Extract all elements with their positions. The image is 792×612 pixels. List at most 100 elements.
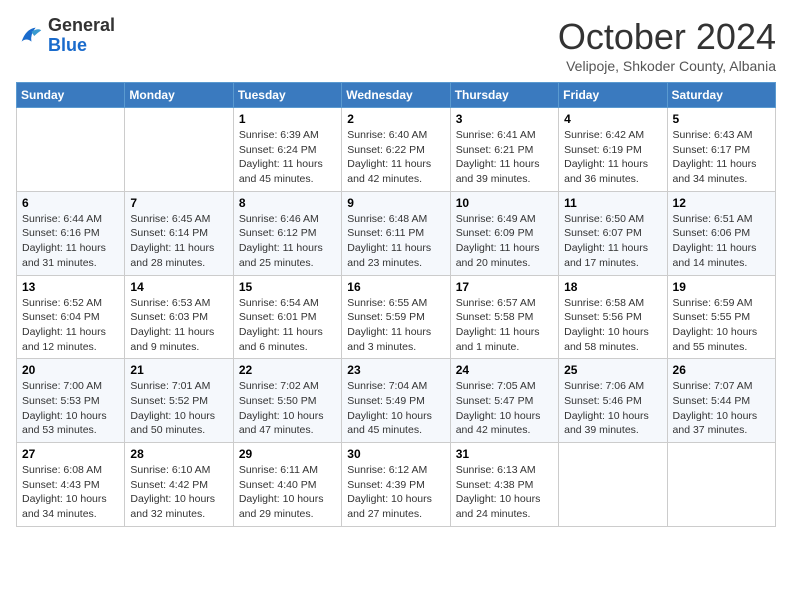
calendar-cell	[559, 443, 667, 527]
calendar-cell: 16 Sunrise: 6:55 AM Sunset: 5:59 PM Dayli…	[342, 275, 450, 359]
weekday-header-thursday: Thursday	[450, 83, 558, 108]
calendar-cell: 30 Sunrise: 6:12 AM Sunset: 4:39 PM Dayli…	[342, 443, 450, 527]
day-number: 31	[456, 447, 553, 461]
day-info: Sunrise: 6:57 AM Sunset: 5:58 PM Dayligh…	[456, 296, 553, 355]
day-info: Sunrise: 7:04 AM Sunset: 5:49 PM Dayligh…	[347, 379, 444, 438]
day-number: 12	[673, 196, 770, 210]
weekday-header-monday: Monday	[125, 83, 233, 108]
calendar-cell: 6 Sunrise: 6:44 AM Sunset: 6:16 PM Daylig…	[17, 191, 125, 275]
day-number: 17	[456, 280, 553, 294]
day-info: Sunrise: 6:45 AM Sunset: 6:14 PM Dayligh…	[130, 212, 227, 271]
day-info: Sunrise: 6:49 AM Sunset: 6:09 PM Dayligh…	[456, 212, 553, 271]
calendar-cell: 11 Sunrise: 6:50 AM Sunset: 6:07 PM Dayli…	[559, 191, 667, 275]
logo-general: General	[48, 16, 115, 36]
day-number: 21	[130, 363, 227, 377]
day-number: 28	[130, 447, 227, 461]
day-number: 10	[456, 196, 553, 210]
day-info: Sunrise: 6:54 AM Sunset: 6:01 PM Dayligh…	[239, 296, 336, 355]
day-info: Sunrise: 6:12 AM Sunset: 4:39 PM Dayligh…	[347, 463, 444, 522]
day-info: Sunrise: 6:42 AM Sunset: 6:19 PM Dayligh…	[564, 128, 661, 187]
weekday-header-wednesday: Wednesday	[342, 83, 450, 108]
day-number: 20	[22, 363, 119, 377]
calendar-cell: 19 Sunrise: 6:59 AM Sunset: 5:55 PM Dayli…	[667, 275, 775, 359]
calendar-cell: 8Sunrise: 6:46 AM Sunset: 6:12 PM Daylig…	[233, 191, 341, 275]
weekday-header-row: SundayMondayTuesdayWednesdayThursdayFrid…	[17, 83, 776, 108]
day-number: 4	[564, 112, 661, 126]
title-block: October 2024 Velipoje, Shkoder County, A…	[558, 16, 776, 74]
day-number: 23	[347, 363, 444, 377]
calendar-cell: 12Sunrise: 6:51 AM Sunset: 6:06 PM Dayli…	[667, 191, 775, 275]
day-info: Sunrise: 6:13 AM Sunset: 4:38 PM Dayligh…	[456, 463, 553, 522]
calendar-cell	[17, 108, 125, 192]
day-number: 7	[130, 196, 227, 210]
calendar-cell: 10 Sunrise: 6:49 AM Sunset: 6:09 PM Dayli…	[450, 191, 558, 275]
month-title: October 2024	[558, 16, 776, 58]
day-number: 16	[347, 280, 444, 294]
day-info: Sunrise: 6:59 AM Sunset: 5:55 PM Dayligh…	[673, 296, 770, 355]
calendar-cell	[667, 443, 775, 527]
day-info: Sunrise: 6:41 AM Sunset: 6:21 PM Dayligh…	[456, 128, 553, 187]
calendar-body: 1Sunrise: 6:39 AM Sunset: 6:24 PM Daylig…	[17, 108, 776, 527]
calendar-cell: 18 Sunrise: 6:58 AM Sunset: 5:56 PM Dayli…	[559, 275, 667, 359]
day-number: 3	[456, 112, 553, 126]
calendar-header: SundayMondayTuesdayWednesdayThursdayFrid…	[17, 83, 776, 108]
calendar-cell: 2Sunrise: 6:40 AM Sunset: 6:22 PM Daylig…	[342, 108, 450, 192]
calendar-cell: 27Sunrise: 6:08 AM Sunset: 4:43 PM Dayli…	[17, 443, 125, 527]
calendar-table: SundayMondayTuesdayWednesdayThursdayFrid…	[16, 82, 776, 527]
day-number: 22	[239, 363, 336, 377]
day-info: Sunrise: 6:43 AM Sunset: 6:17 PM Dayligh…	[673, 128, 770, 187]
calendar-cell: 14 Sunrise: 6:53 AM Sunset: 6:03 PM Dayli…	[125, 275, 233, 359]
calendar-cell: 25 Sunrise: 7:06 AM Sunset: 5:46 PM Dayli…	[559, 359, 667, 443]
weekday-header-tuesday: Tuesday	[233, 83, 341, 108]
calendar-week-row: 6 Sunrise: 6:44 AM Sunset: 6:16 PM Daylig…	[17, 191, 776, 275]
calendar-cell: 22 Sunrise: 7:02 AM Sunset: 5:50 PM Dayli…	[233, 359, 341, 443]
calendar-cell: 5 Sunrise: 6:43 AM Sunset: 6:17 PM Daylig…	[667, 108, 775, 192]
day-number: 30	[347, 447, 444, 461]
weekday-header-saturday: Saturday	[667, 83, 775, 108]
day-info: Sunrise: 6:40 AM Sunset: 6:22 PM Dayligh…	[347, 128, 444, 187]
day-number: 1	[239, 112, 336, 126]
day-info: Sunrise: 6:52 AM Sunset: 6:04 PM Dayligh…	[22, 296, 119, 355]
calendar-cell: 4 Sunrise: 6:42 AM Sunset: 6:19 PM Daylig…	[559, 108, 667, 192]
calendar-cell: 3 Sunrise: 6:41 AM Sunset: 6:21 PM Daylig…	[450, 108, 558, 192]
weekday-header-friday: Friday	[559, 83, 667, 108]
calendar-cell: 7 Sunrise: 6:45 AM Sunset: 6:14 PM Daylig…	[125, 191, 233, 275]
calendar-cell: 9Sunrise: 6:48 AM Sunset: 6:11 PM Daylig…	[342, 191, 450, 275]
day-number: 25	[564, 363, 661, 377]
calendar-cell: 28Sunrise: 6:10 AM Sunset: 4:42 PM Dayli…	[125, 443, 233, 527]
weekday-header-sunday: Sunday	[17, 83, 125, 108]
day-number: 24	[456, 363, 553, 377]
day-info: Sunrise: 7:02 AM Sunset: 5:50 PM Dayligh…	[239, 379, 336, 438]
day-info: Sunrise: 7:06 AM Sunset: 5:46 PM Dayligh…	[564, 379, 661, 438]
day-number: 29	[239, 447, 336, 461]
logo-bird-icon	[16, 22, 44, 50]
logo: General Blue	[16, 16, 115, 56]
day-number: 8	[239, 196, 336, 210]
calendar-cell: 31 Sunrise: 6:13 AM Sunset: 4:38 PM Dayli…	[450, 443, 558, 527]
day-info: Sunrise: 7:01 AM Sunset: 5:52 PM Dayligh…	[130, 379, 227, 438]
day-info: Sunrise: 6:44 AM Sunset: 6:16 PM Dayligh…	[22, 212, 119, 271]
day-info: Sunrise: 6:58 AM Sunset: 5:56 PM Dayligh…	[564, 296, 661, 355]
day-number: 5	[673, 112, 770, 126]
logo-text: General Blue	[48, 16, 115, 56]
location-subtitle: Velipoje, Shkoder County, Albania	[558, 58, 776, 74]
day-info: Sunrise: 7:05 AM Sunset: 5:47 PM Dayligh…	[456, 379, 553, 438]
day-number: 18	[564, 280, 661, 294]
day-number: 6	[22, 196, 119, 210]
calendar-cell: 15Sunrise: 6:54 AM Sunset: 6:01 PM Dayli…	[233, 275, 341, 359]
day-number: 19	[673, 280, 770, 294]
day-info: Sunrise: 6:48 AM Sunset: 6:11 PM Dayligh…	[347, 212, 444, 271]
day-info: Sunrise: 6:55 AM Sunset: 5:59 PM Dayligh…	[347, 296, 444, 355]
day-info: Sunrise: 6:50 AM Sunset: 6:07 PM Dayligh…	[564, 212, 661, 271]
calendar-cell: 20Sunrise: 7:00 AM Sunset: 5:53 PM Dayli…	[17, 359, 125, 443]
calendar-cell: 24 Sunrise: 7:05 AM Sunset: 5:47 PM Dayli…	[450, 359, 558, 443]
calendar-cell: 23 Sunrise: 7:04 AM Sunset: 5:49 PM Dayli…	[342, 359, 450, 443]
calendar-cell: 29Sunrise: 6:11 AM Sunset: 4:40 PM Dayli…	[233, 443, 341, 527]
day-info: Sunrise: 6:53 AM Sunset: 6:03 PM Dayligh…	[130, 296, 227, 355]
calendar-cell: 21 Sunrise: 7:01 AM Sunset: 5:52 PM Dayli…	[125, 359, 233, 443]
day-number: 26	[673, 363, 770, 377]
calendar-cell: 17 Sunrise: 6:57 AM Sunset: 5:58 PM Dayli…	[450, 275, 558, 359]
calendar-week-row: 13Sunrise: 6:52 AM Sunset: 6:04 PM Dayli…	[17, 275, 776, 359]
day-number: 14	[130, 280, 227, 294]
day-number: 11	[564, 196, 661, 210]
